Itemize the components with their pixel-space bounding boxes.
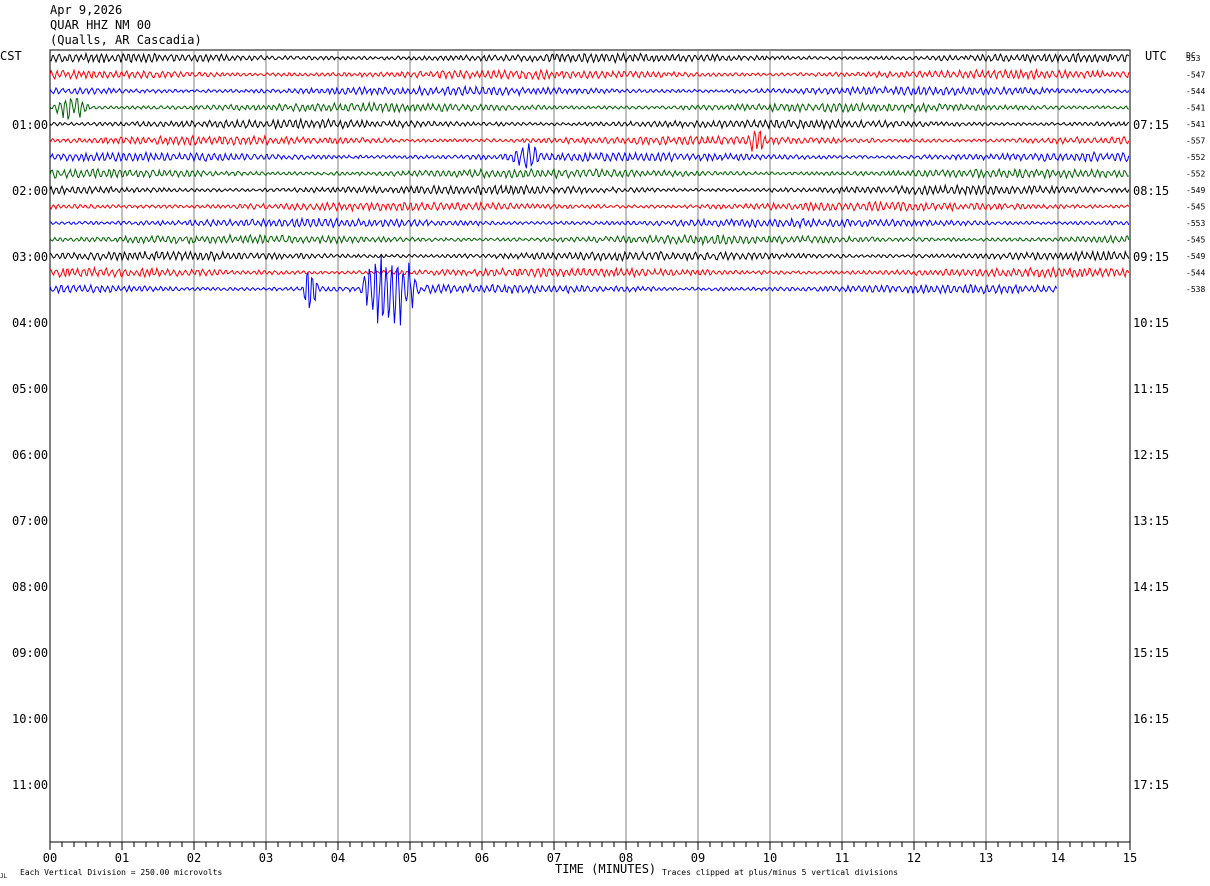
utc-hour-label: 08:15 (1133, 184, 1169, 198)
seismogram-trace (49, 67, 1130, 81)
seismogram-trace (50, 51, 1130, 65)
x-tick-label: 15 (1123, 851, 1137, 865)
cst-hour-label: 10:00 (12, 712, 48, 726)
dc-offset-label: -553 (1186, 219, 1205, 228)
cst-hour-label: 08:00 (12, 580, 48, 594)
dc-offset-label: -541 (1186, 104, 1205, 113)
scale-note: Each Vertical Division = 250.00 microvol… (20, 868, 222, 877)
seismogram-trace (49, 255, 1058, 326)
seismogram-trace (49, 143, 1130, 169)
utc-hour-label: 12:15 (1133, 448, 1169, 462)
dc-offset-label: -557 (1186, 137, 1205, 146)
dc-offset-label: -549 (1186, 252, 1205, 261)
utc-hour-label: 13:15 (1133, 514, 1169, 528)
dc-header-label: DC (1186, 51, 1196, 60)
dc-offset-label: -552 (1186, 153, 1205, 162)
x-tick-label: 09 (691, 851, 705, 865)
cst-hour-label: 03:00 (12, 250, 48, 264)
seismogram-trace (49, 232, 1130, 247)
utc-hour-label: 11:15 (1133, 382, 1169, 396)
seismogram-trace (49, 216, 1130, 230)
seismogram-trace (49, 167, 1129, 180)
cst-hour-label: 05:00 (12, 382, 48, 396)
clip-note: Traces clipped at plus/minus 5 vertical … (662, 868, 898, 877)
x-tick-label: 11 (835, 851, 849, 865)
x-tick-label: 02 (187, 851, 201, 865)
dc-offset-label: -544 (1186, 87, 1205, 96)
seismogram-trace (49, 249, 1130, 263)
dc-offset-label: -549 (1186, 186, 1205, 195)
left-timezone-label: CST (0, 49, 22, 63)
cst-hour-label: 01:00 (12, 118, 48, 132)
dc-offset-label: -552 (1186, 170, 1205, 179)
x-tick-label: 05 (403, 851, 417, 865)
x-tick-label: 10 (763, 851, 777, 865)
utc-hour-label: 15:15 (1133, 646, 1169, 660)
x-tick-label: 01 (115, 851, 129, 865)
plot-frame (49, 49, 1131, 843)
dc-offset-label: -541 (1186, 120, 1205, 129)
seismogram-trace (49, 97, 1130, 120)
cst-hour-label: 11:00 (12, 778, 48, 792)
utc-hour-label: 09:15 (1133, 250, 1169, 264)
seismogram-trace (49, 129, 1130, 152)
dc-offset-label: -547 (1186, 71, 1205, 80)
dc-offset-label: -538 (1186, 285, 1205, 294)
cst-hour-label: 02:00 (12, 184, 48, 198)
cst-hour-label: 06:00 (12, 448, 48, 462)
x-tick-label: 14 (1051, 851, 1065, 865)
helicorder-plot: 00 01 02 03 04 05 06 07 08 09 10 11 12 13 14 15 01:0002… (0, 49, 1205, 880)
seismogram-trace (49, 200, 1130, 213)
dc-offset-label: -545 (1186, 203, 1205, 212)
time-grid (49, 49, 1131, 843)
cst-hour-label: 04:00 (12, 316, 48, 330)
utc-hour-label: 17:15 (1133, 778, 1169, 792)
x-tick-label: 03 (259, 851, 273, 865)
seismogram-trace (49, 84, 1130, 98)
x-tick-label: 06 (475, 851, 489, 865)
corner-mark: JL (0, 873, 8, 880)
seismogram-trace (49, 183, 1130, 197)
dc-offset-label: -544 (1186, 269, 1205, 278)
x-tick-label: 12 (907, 851, 921, 865)
seismogram-trace (49, 265, 1130, 279)
utc-hour-label: 16:15 (1133, 712, 1169, 726)
right-timezone-label: UTC (1145, 49, 1167, 63)
x-tick-label: 04 (331, 851, 345, 865)
hour-labels: 01:00 02:00 03:00 04:00 05:00 06:00 07:00 08:00… (12, 54, 1205, 792)
seismogram-trace (49, 117, 1130, 131)
utc-hour-label: 10:15 (1133, 316, 1169, 330)
cst-hour-label: 07:00 (12, 514, 48, 528)
x-axis-title: TIME (MINUTES) (555, 862, 656, 876)
x-tick-label: 00 (43, 851, 57, 865)
utc-hour-label: 07:15 (1133, 118, 1169, 132)
utc-hour-label: 14:15 (1133, 580, 1169, 594)
dc-offset-label: -545 (1186, 236, 1205, 245)
seismogram-traces (49, 51, 1130, 326)
x-tick-label: 13 (979, 851, 993, 865)
cst-hour-label: 09:00 (12, 646, 48, 660)
